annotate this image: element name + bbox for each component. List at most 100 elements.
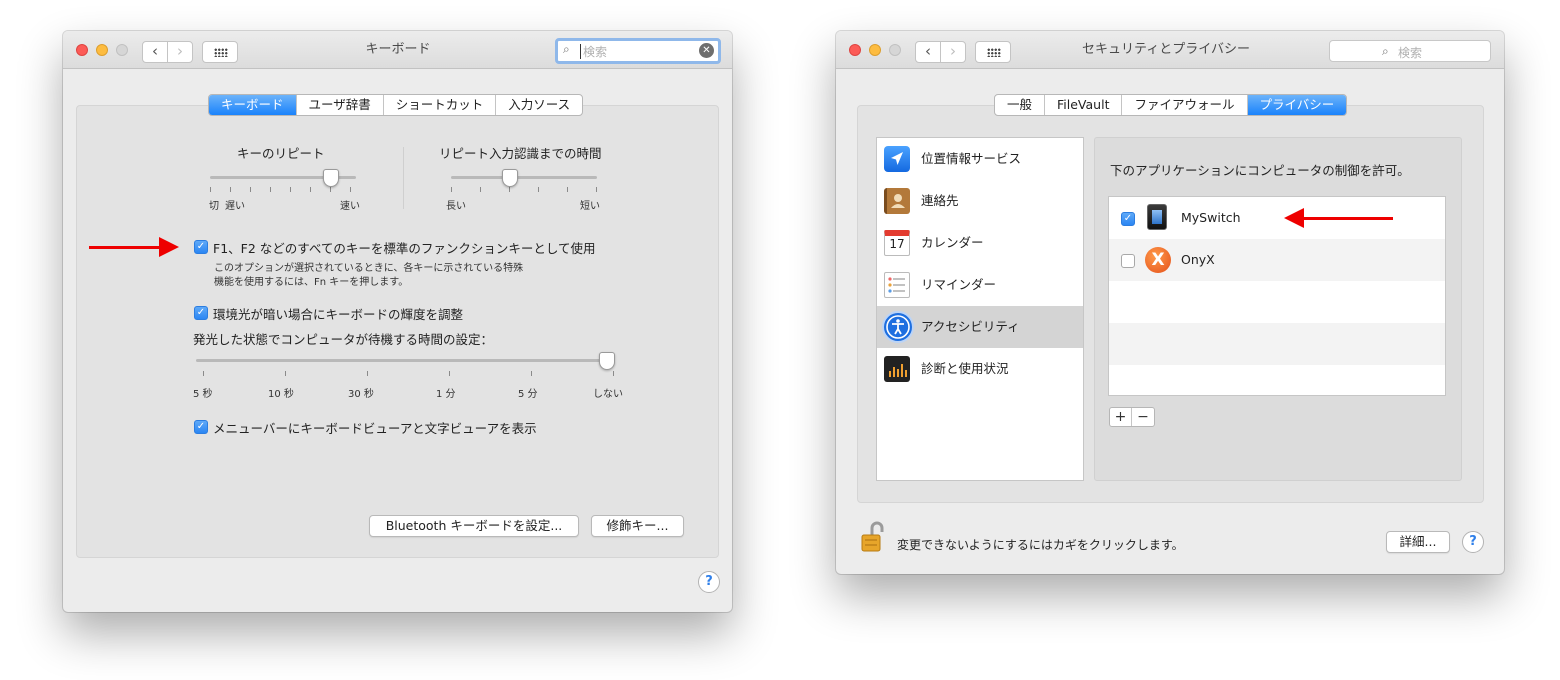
sidebar-item-contacts[interactable]: 連絡先 bbox=[877, 180, 1083, 222]
show-viewers-label: メニューバーにキーボードビューアと文字ビューアを表示 bbox=[213, 421, 537, 436]
keyboard-preferences-window: ‹ › キーボード ⌕ 検索 ✕ キーボード ユーザ辞書 ショートカット 入力ソ… bbox=[63, 31, 732, 612]
minimize-window-button[interactable] bbox=[96, 44, 108, 56]
app-row-empty bbox=[1109, 281, 1445, 323]
tab-input-sources[interactable]: 入力ソース bbox=[496, 95, 582, 115]
annotation-arrow-line-left bbox=[89, 246, 161, 249]
window-title: セキュリティとプライバシー bbox=[1082, 42, 1250, 57]
grid-icon bbox=[214, 48, 228, 57]
app-row-onyx[interactable]: X OnyX bbox=[1109, 239, 1445, 281]
myswitch-app-icon-screen bbox=[1152, 210, 1162, 224]
sidebar-item-reminders[interactable]: リマインダー bbox=[877, 264, 1083, 306]
annotation-arrow-head-left bbox=[159, 237, 179, 257]
zoom-window-button[interactable] bbox=[116, 44, 128, 56]
sidebar-item-accessibility[interactable]: アクセシビリティ bbox=[877, 306, 1083, 348]
key-repeat-label: キーのリピート bbox=[237, 146, 325, 161]
tab-firewall[interactable]: ファイアウォール bbox=[1122, 95, 1248, 115]
myswitch-app-icon bbox=[1147, 204, 1167, 230]
app-name: MySwitch bbox=[1181, 210, 1241, 225]
delay-until-repeat-track[interactable] bbox=[451, 176, 597, 179]
backlight-timeout-track[interactable] bbox=[196, 359, 602, 362]
contacts-book-icon bbox=[884, 188, 910, 214]
search-field[interactable]: ⌕ 検索 ✕ bbox=[555, 38, 721, 64]
location-arrow-icon bbox=[884, 146, 910, 172]
add-app-button[interactable]: + bbox=[1110, 408, 1132, 426]
app-checkbox-myswitch[interactable]: ✓ bbox=[1121, 212, 1135, 226]
app-row-empty bbox=[1109, 323, 1445, 365]
security-privacy-window: ‹ › セキュリティとプライバシー ⌕ 検索 一般 FileVault ファイア… bbox=[836, 31, 1504, 574]
key-repeat-slider-knob[interactable] bbox=[323, 169, 339, 187]
lock-hint-text: 変更できないようにするにはカギをクリックします。 bbox=[897, 538, 1184, 552]
accessibility-app-list: ✓ MySwitch X OnyX bbox=[1108, 196, 1446, 396]
tab-user-dictionary[interactable]: ユーザ辞書 bbox=[297, 95, 384, 115]
key-repeat-ticks bbox=[210, 187, 370, 192]
forward-button[interactable]: › bbox=[167, 41, 193, 63]
unlocked-padlock-icon[interactable] bbox=[860, 521, 884, 553]
keyboard-tab-bar: キーボード ユーザ辞書 ショートカット 入力ソース bbox=[208, 94, 584, 116]
annotation-arrow-head-right bbox=[1284, 208, 1304, 228]
bluetooth-keyboard-setup-button[interactable]: Bluetooth キーボードを設定... bbox=[369, 515, 579, 537]
sidebar-item-location-services[interactable]: 位置情報サービス bbox=[877, 138, 1083, 180]
tab-filevault[interactable]: FileVault bbox=[1045, 95, 1123, 115]
delay-max-short: 短い bbox=[580, 201, 600, 212]
accessibility-icon bbox=[882, 311, 914, 343]
diagnostics-icon bbox=[884, 356, 910, 382]
app-name: OnyX bbox=[1181, 252, 1215, 267]
fn-keys-description-line1: このオプションが選択されているときに、各キーに示されている特殊 bbox=[214, 263, 524, 274]
app-row-myswitch[interactable]: ✓ MySwitch bbox=[1109, 197, 1445, 239]
delay-min-long: 長い bbox=[446, 201, 466, 212]
help-button[interactable]: ? bbox=[1462, 531, 1484, 553]
timeout-tick-5m: 5 分 bbox=[518, 389, 538, 400]
fn-keys-checkbox[interactable]: ✓ bbox=[194, 240, 208, 254]
backlight-timeout-label: 発光した状態でコンピュータが待機する時間の設定： bbox=[193, 332, 494, 347]
tab-general[interactable]: 一般 bbox=[995, 95, 1046, 115]
tab-keyboard[interactable]: キーボード bbox=[209, 95, 297, 115]
advanced-details-button[interactable]: 詳細... bbox=[1386, 531, 1450, 553]
sidebar-item-calendar[interactable]: 17 カレンダー bbox=[877, 222, 1083, 264]
onyx-app-icon: X bbox=[1145, 247, 1171, 273]
adjust-brightness-checkbox[interactable]: ✓ bbox=[194, 306, 208, 320]
help-button[interactable]: ? bbox=[698, 571, 720, 593]
key-repeat-max-fast: 速い bbox=[340, 201, 360, 212]
timeout-tick-30s: 30 秒 bbox=[348, 389, 374, 400]
privacy-heading: 下のアプリケーションにコンピュータの制御を許可。 bbox=[1110, 163, 1410, 178]
tab-shortcuts[interactable]: ショートカット bbox=[384, 95, 497, 115]
search-field[interactable]: ⌕ 検索 bbox=[1329, 40, 1491, 62]
backlight-timeout-slider-knob[interactable] bbox=[599, 352, 615, 370]
calendar-icon-date: 17 bbox=[889, 237, 905, 251]
close-window-button[interactable] bbox=[849, 44, 861, 56]
minimize-window-button[interactable] bbox=[869, 44, 881, 56]
adjust-brightness-label: 環境光が暗い場合にキーボードの輝度を調整 bbox=[213, 307, 464, 322]
clear-search-icon[interactable]: ✕ bbox=[699, 43, 714, 58]
security-titlebar: ‹ › セキュリティとプライバシー ⌕ 検索 bbox=[836, 31, 1504, 69]
timeout-tick-never: しない bbox=[593, 389, 623, 400]
app-checkbox-onyx[interactable] bbox=[1121, 254, 1135, 268]
back-button[interactable]: ‹ bbox=[142, 41, 168, 63]
sidebar-item-label: 連絡先 bbox=[921, 193, 959, 208]
remove-app-button[interactable]: − bbox=[1132, 408, 1154, 426]
delay-until-repeat-slider-knob[interactable] bbox=[502, 169, 518, 187]
search-icon: ⌕ bbox=[563, 42, 570, 56]
forward-button[interactable]: › bbox=[940, 41, 966, 63]
calendar-icon: 17 bbox=[884, 230, 910, 256]
privacy-category-list: 位置情報サービス 連絡先 17 カレンダー リマインダー アクセシビリティ 診断… bbox=[876, 137, 1084, 481]
back-button[interactable]: ‹ bbox=[915, 41, 941, 63]
zoom-window-button[interactable] bbox=[889, 44, 901, 56]
fn-keys-label: F1、F2 などのすべてのキーを標準のファンクションキーとして使用 bbox=[213, 241, 596, 256]
show-all-button[interactable] bbox=[975, 41, 1011, 63]
show-viewers-checkbox[interactable]: ✓ bbox=[194, 420, 208, 434]
tab-privacy[interactable]: プライバシー bbox=[1247, 95, 1347, 115]
sidebar-item-label: リマインダー bbox=[921, 277, 997, 292]
modifier-keys-button[interactable]: 修飾キー... bbox=[591, 515, 684, 537]
search-icon: ⌕ bbox=[1382, 44, 1389, 58]
sidebar-item-diagnostics[interactable]: 診断と使用状況 bbox=[877, 348, 1083, 390]
timeout-tick-1m: 1 分 bbox=[436, 389, 456, 400]
delay-until-repeat-label: リピート入力認識までの時間 bbox=[439, 146, 602, 161]
reminders-icon bbox=[884, 272, 910, 298]
sidebar-item-label: 診断と使用状況 bbox=[921, 361, 1009, 376]
fn-keys-description-line2: 機能を使用するには、Fn キーを押します。 bbox=[214, 277, 409, 288]
sidebar-item-label: 位置情報サービス bbox=[921, 151, 1022, 166]
search-placeholder: 検索 bbox=[583, 45, 608, 59]
close-window-button[interactable] bbox=[76, 44, 88, 56]
show-all-button[interactable] bbox=[202, 41, 238, 63]
grid-icon bbox=[987, 48, 1001, 57]
